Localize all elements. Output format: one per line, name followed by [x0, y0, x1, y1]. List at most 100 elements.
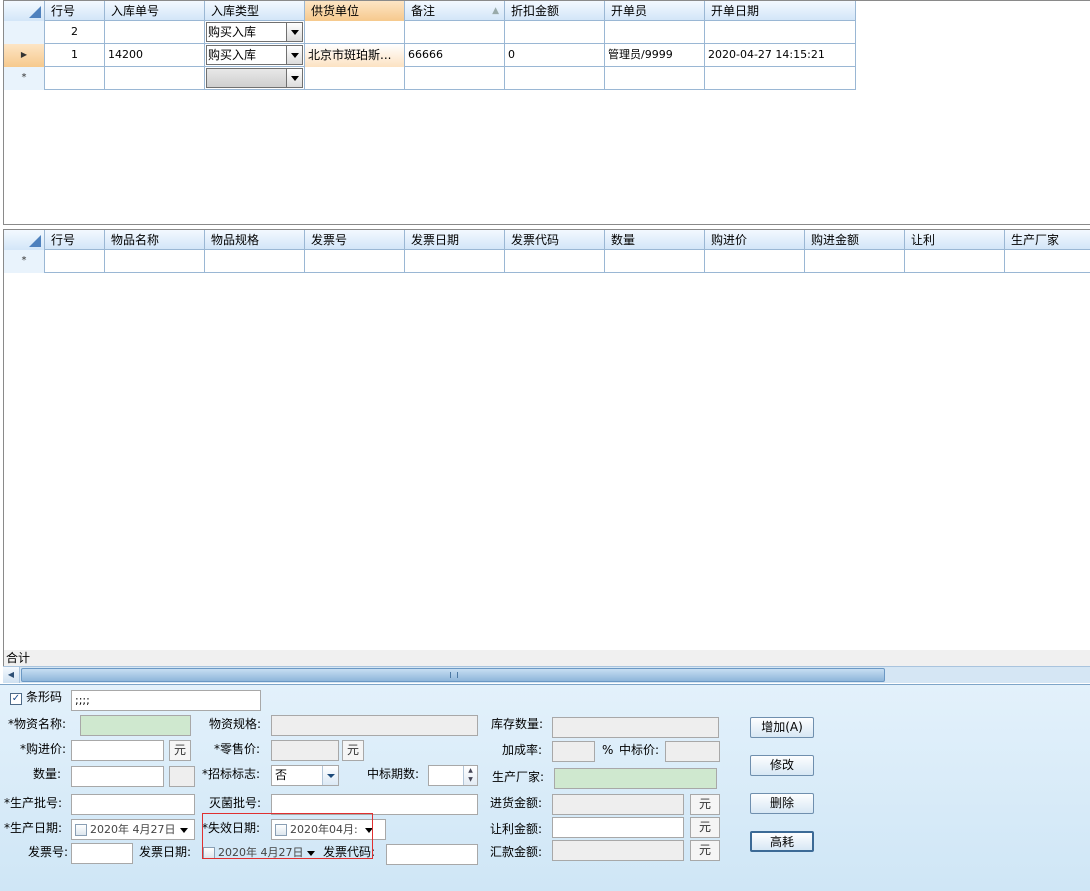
cell-row-no[interactable]: 1 [45, 44, 105, 67]
spec-input[interactable] [271, 715, 478, 736]
cell-date[interactable] [705, 67, 856, 90]
cell-doc-no[interactable] [105, 67, 205, 90]
cell[interactable] [305, 250, 405, 273]
col-header-doc-no[interactable]: 入库单号 [105, 1, 205, 21]
type-combo[interactable]: 购买入库 [206, 45, 303, 65]
col-header-invoice-date[interactable]: 发票日期 [405, 230, 505, 250]
row-header[interactable] [4, 21, 45, 44]
scroll-left-button[interactable]: ◀ [3, 667, 20, 683]
cell-row-no[interactable]: 2 [45, 21, 105, 44]
cell-remark[interactable]: 66666 [405, 44, 505, 67]
cell-discount[interactable] [505, 67, 605, 90]
high-consumption-button[interactable]: 高耗 [750, 831, 814, 852]
cell[interactable] [505, 250, 605, 273]
col-header-manufacturer[interactable]: 生产厂家 [1005, 230, 1090, 250]
barcode-input[interactable]: ;;;; [71, 690, 261, 711]
purchase-amount-input[interactable] [552, 794, 684, 815]
type-combo[interactable] [206, 68, 303, 88]
cell-row-no[interactable] [45, 67, 105, 90]
cell-type[interactable]: 购买入库 [205, 21, 305, 44]
cell[interactable] [1005, 250, 1090, 273]
type-combo[interactable]: 购买入库 [206, 22, 303, 42]
manufacturer-input[interactable] [554, 768, 717, 789]
col-header-quantity[interactable]: 数量 [605, 230, 705, 250]
col-header-row-no[interactable]: 行号 [45, 1, 105, 21]
prod-date-checkbox[interactable] [75, 824, 87, 836]
table-row[interactable]: ▶ 1 14200 购买入库 北京市斑珀斯... 66666 0 管理员/999… [4, 44, 856, 67]
delete-button[interactable]: 删除 [750, 793, 814, 814]
chevron-down-icon[interactable] [286, 69, 302, 87]
markup-input[interactable] [552, 741, 595, 762]
cell-supplier[interactable] [305, 21, 405, 44]
col-header-item-spec[interactable]: 物品规格 [205, 230, 305, 250]
chevron-down-icon[interactable] [286, 46, 302, 64]
select-all-corner[interactable] [4, 1, 45, 21]
col-header-clerk[interactable]: 开单员 [605, 1, 705, 21]
cell[interactable] [605, 250, 705, 273]
retail-price-input[interactable] [271, 740, 339, 761]
cell[interactable] [705, 250, 805, 273]
cell-doc-no[interactable]: 14200 [105, 44, 205, 67]
col-header-discount[interactable]: 折扣金额 [505, 1, 605, 21]
col-header-supplier[interactable]: 供货单位 [305, 1, 405, 21]
prod-date-picker[interactable]: 2020年 4月27日 [71, 819, 195, 840]
cell-type[interactable] [205, 67, 305, 90]
scroll-thumb[interactable] [21, 668, 885, 682]
remit-amount-input[interactable] [552, 840, 684, 861]
select-all-corner[interactable] [4, 230, 45, 250]
new-row[interactable]: * [4, 250, 1090, 273]
batch-input[interactable] [71, 794, 195, 815]
cell-discount[interactable] [505, 21, 605, 44]
invoice-no-input[interactable] [71, 843, 133, 864]
horizontal-scrollbar[interactable]: ◀ [3, 666, 1090, 683]
cell[interactable] [405, 250, 505, 273]
invoice-code-input[interactable] [386, 844, 478, 865]
cell-supplier[interactable]: 北京市斑珀斯... [305, 44, 405, 67]
cell[interactable] [805, 250, 905, 273]
col-header-row-no[interactable]: 行号 [45, 230, 105, 250]
cell-discount[interactable]: 0 [505, 44, 605, 67]
bid-periods-stepper[interactable]: ▲ ▼ [428, 765, 478, 786]
table-row[interactable]: 2 购买入库 [4, 21, 856, 44]
col-header-discount[interactable]: 让利 [905, 230, 1005, 250]
quantity-input[interactable] [71, 766, 164, 787]
discount-amount-input[interactable] [552, 817, 684, 838]
purchase-price-input[interactable] [71, 740, 164, 761]
stock-input[interactable] [552, 717, 719, 738]
bid-price-input[interactable] [665, 741, 720, 762]
barcode-checkbox[interactable]: ✓ [10, 693, 22, 705]
cell[interactable] [905, 250, 1005, 273]
col-header-purchase-amount[interactable]: 购进金额 [805, 230, 905, 250]
cell-clerk[interactable] [605, 21, 705, 44]
cell-remark[interactable] [405, 21, 505, 44]
cell-clerk[interactable]: 管理员/9999 [605, 44, 705, 67]
col-header-invoice-code[interactable]: 发票代码 [505, 230, 605, 250]
col-header-type[interactable]: 入库类型 [205, 1, 305, 21]
row-header-current[interactable]: ▶ [4, 44, 45, 67]
cell-supplier[interactable] [305, 67, 405, 90]
col-header-date[interactable]: 开单日期 [705, 1, 856, 21]
cell[interactable] [105, 250, 205, 273]
cell-clerk[interactable] [605, 67, 705, 90]
material-name-input[interactable] [80, 715, 191, 736]
col-header-remark[interactable]: 备注 ▲ [405, 1, 505, 21]
stepper-arrows-icon[interactable]: ▲ ▼ [463, 766, 477, 785]
tender-flag-select[interactable]: 否 [271, 765, 339, 786]
add-button[interactable]: 增加(A) [750, 717, 814, 738]
cell-doc-no[interactable] [105, 21, 205, 44]
chevron-down-icon[interactable] [286, 23, 302, 41]
cell[interactable] [45, 250, 105, 273]
col-header-purchase-price[interactable]: 购进价 [705, 230, 805, 250]
chevron-down-icon[interactable] [322, 766, 338, 785]
sterile-batch-input[interactable] [271, 794, 478, 815]
new-row[interactable]: * [4, 67, 856, 90]
col-header-item-name[interactable]: 物品名称 [105, 230, 205, 250]
cell-type[interactable]: 购买入库 [205, 44, 305, 67]
cell-remark[interactable] [405, 67, 505, 90]
cell[interactable] [205, 250, 305, 273]
row-header-new[interactable]: * [4, 67, 45, 90]
chevron-down-icon[interactable] [180, 828, 188, 833]
col-header-invoice-no[interactable]: 发票号 [305, 230, 405, 250]
cell-date[interactable]: 2020-04-27 14:15:21 [705, 44, 856, 67]
row-header-new[interactable]: * [4, 250, 45, 273]
